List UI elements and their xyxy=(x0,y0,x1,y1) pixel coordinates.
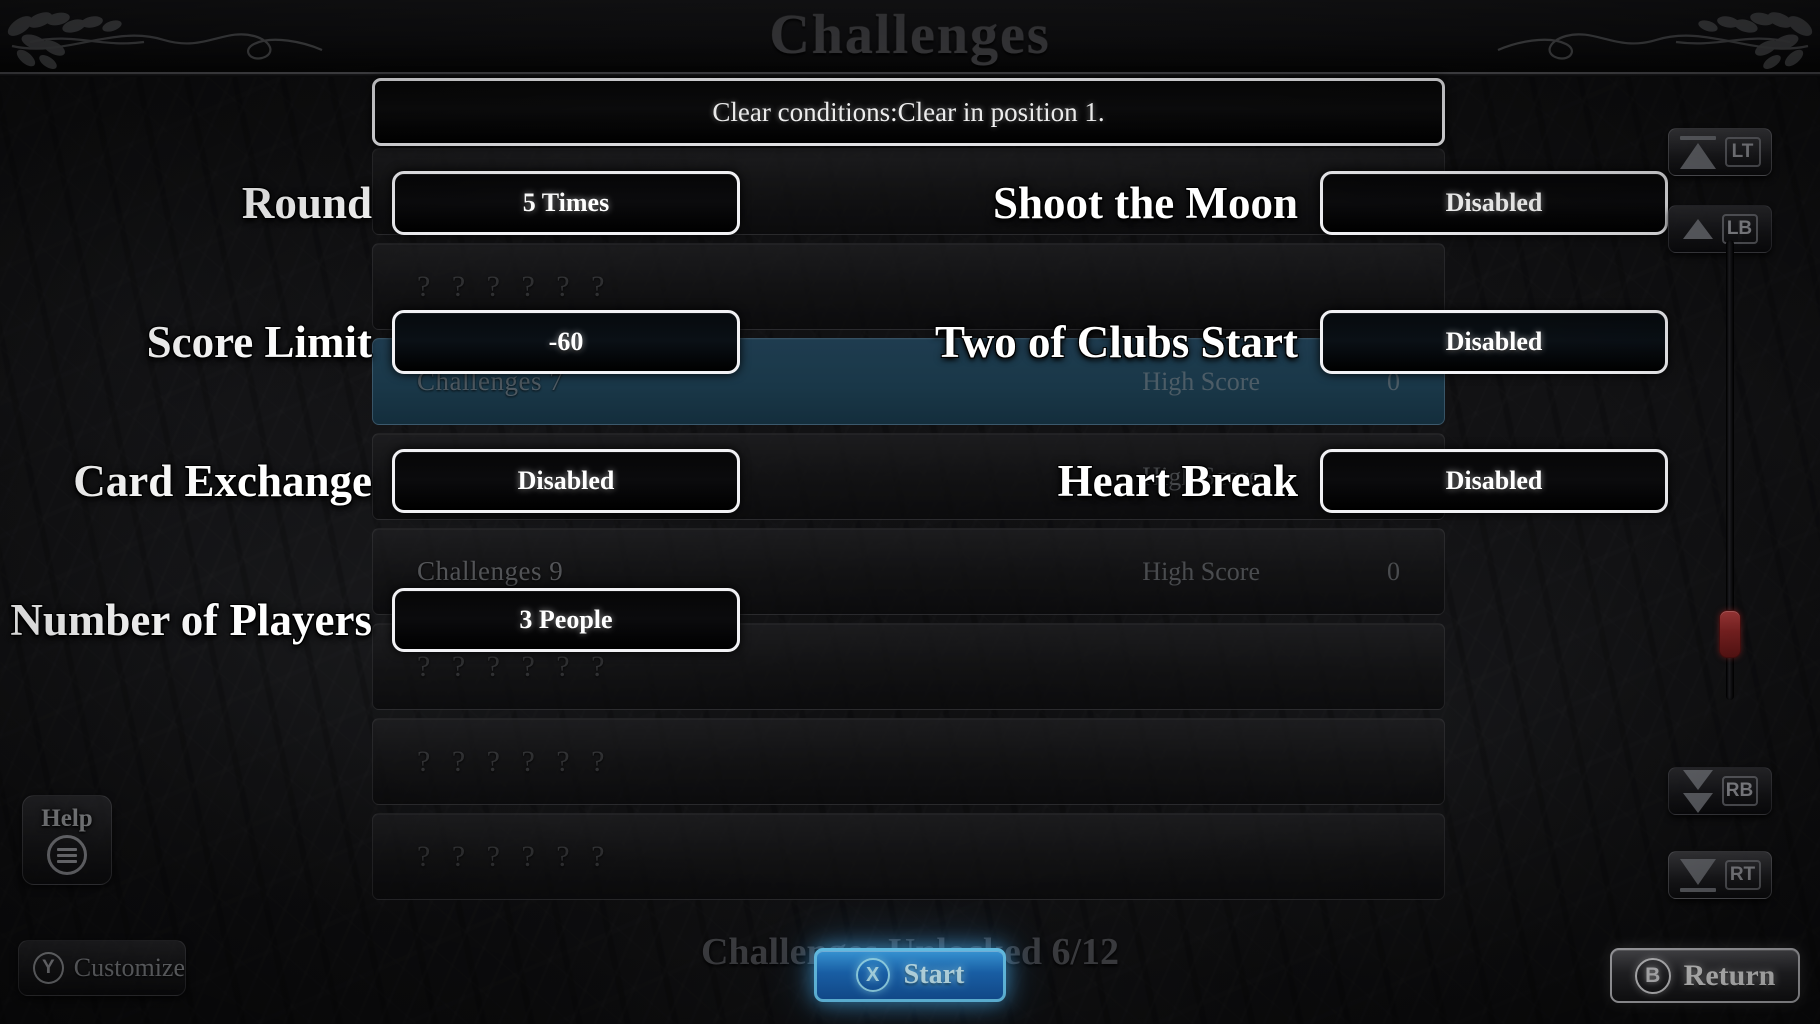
vignette-overlay xyxy=(0,0,1820,1024)
